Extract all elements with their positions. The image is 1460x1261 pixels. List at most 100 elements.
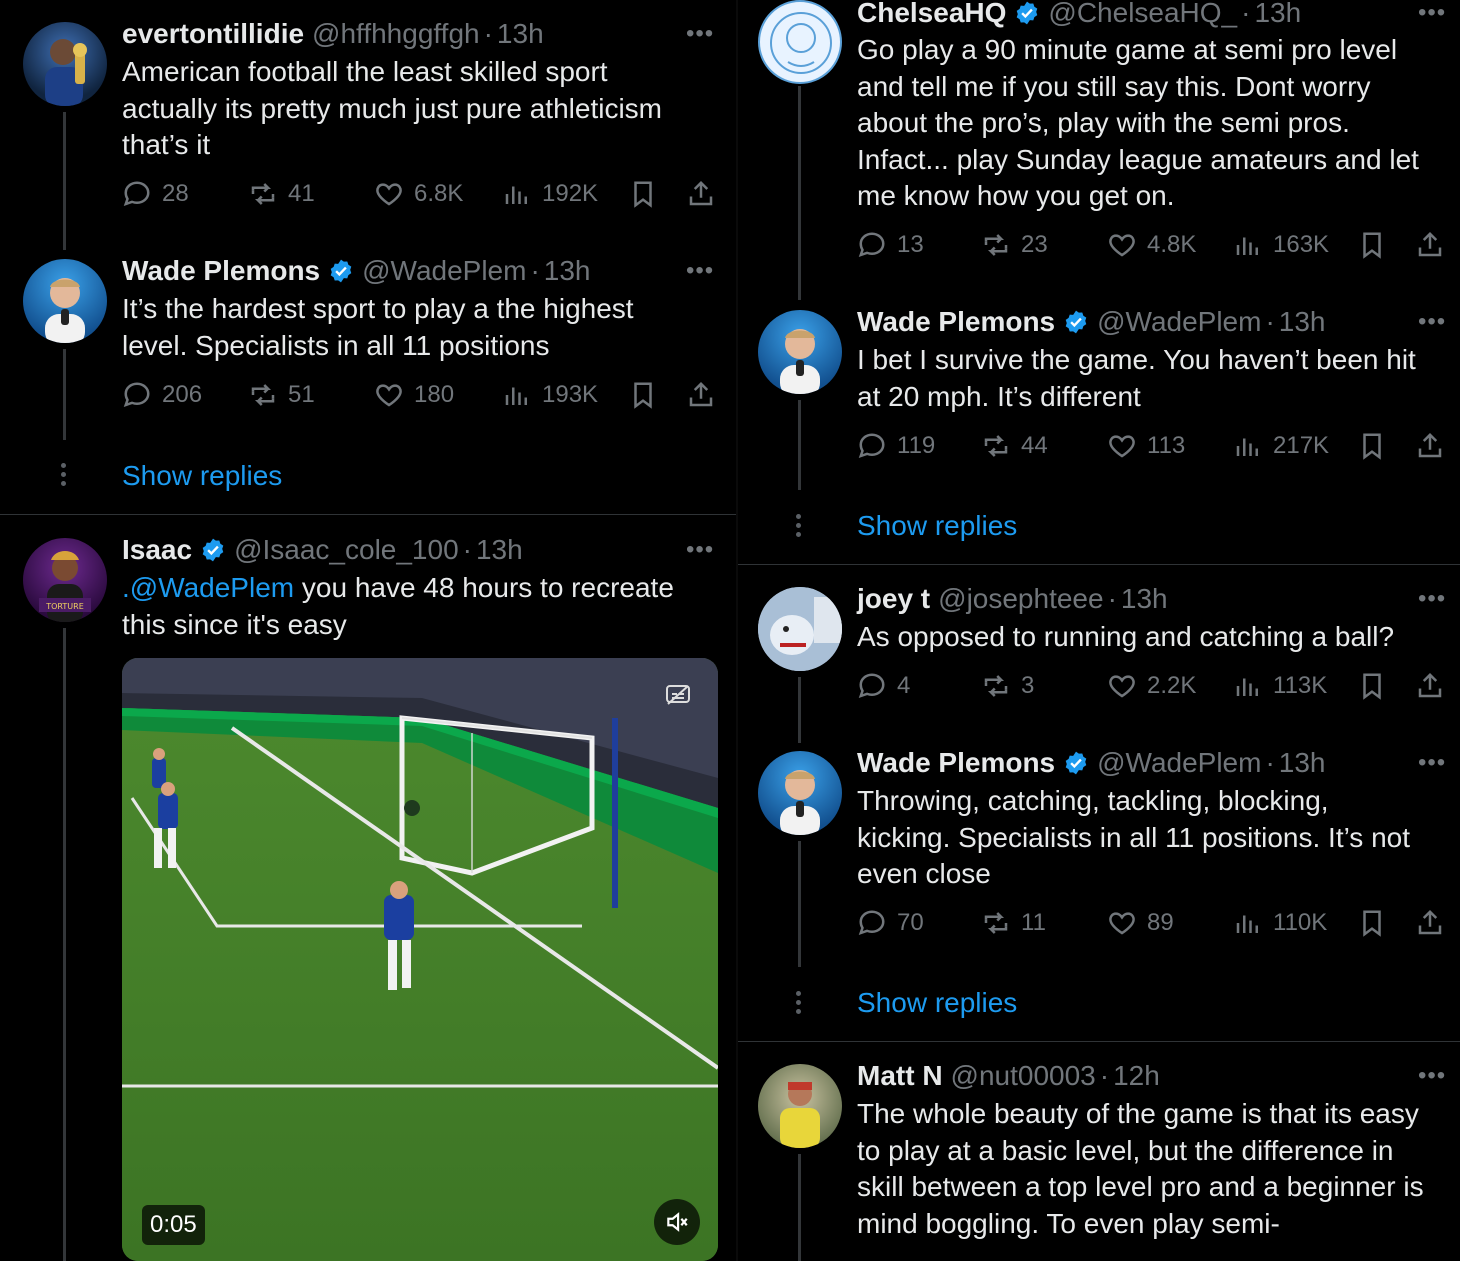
show-replies-link[interactable]: Show replies — [857, 508, 1017, 544]
reply-icon — [122, 179, 152, 209]
repost-button[interactable]: 44 — [981, 428, 1048, 464]
author-name[interactable]: Wade Plemons — [122, 253, 320, 289]
timestamp[interactable]: 13h — [1121, 581, 1168, 617]
timestamp[interactable]: 13h — [1279, 304, 1326, 340]
author-name[interactable]: Wade Plemons — [857, 745, 1055, 781]
repost-button[interactable]: 41 — [248, 176, 315, 212]
avatar[interactable] — [758, 1064, 842, 1148]
show-replies-link[interactable]: Show replies — [857, 985, 1017, 1021]
reply-button[interactable]: 119 — [857, 428, 935, 464]
more-icon[interactable]: ••• — [1418, 1, 1446, 25]
thread-dots — [796, 514, 802, 541]
share-button[interactable] — [1415, 227, 1445, 263]
timestamp[interactable]: 13h — [476, 532, 523, 568]
more-icon[interactable]: ••• — [1418, 1064, 1446, 1088]
tweet-text: The whole beauty of the game is that its… — [857, 1096, 1447, 1242]
tweet-text-line: .@WadePlem you have 48 hours to recreate — [122, 570, 722, 607]
timestamp[interactable]: 13h — [544, 253, 591, 289]
avatar[interactable] — [758, 751, 842, 835]
reply-button[interactable]: 28 — [122, 176, 189, 212]
bookmark-button[interactable] — [1357, 668, 1387, 704]
mention-link[interactable]: .@WadePlem — [122, 572, 294, 603]
share-button[interactable] — [1415, 668, 1445, 704]
like-button[interactable]: 89 — [1107, 905, 1174, 941]
views-button[interactable]: 113K — [1233, 668, 1327, 704]
reply-icon — [857, 908, 887, 938]
captions-icon[interactable] — [666, 684, 690, 706]
show-replies-link[interactable]: Show replies — [122, 458, 282, 494]
views-button[interactable]: 110K — [1233, 905, 1327, 941]
more-icon[interactable]: ••• — [1418, 587, 1446, 611]
reply-button[interactable]: 70 — [857, 905, 924, 941]
tweet-text: .@WadePlem you have 48 hours to recreate… — [122, 570, 722, 643]
like-button[interactable]: 113 — [1107, 428, 1185, 464]
bookmark-button[interactable] — [1357, 227, 1387, 263]
like-button[interactable]: 4.8K — [1107, 227, 1196, 263]
more-icon[interactable]: ••• — [686, 538, 714, 562]
repost-button[interactable]: 3 — [981, 668, 1034, 704]
avatar[interactable] — [758, 0, 842, 84]
reply-button[interactable]: 4 — [857, 668, 910, 704]
share-button[interactable] — [1415, 905, 1445, 941]
views-button[interactable]: 193K — [502, 377, 598, 413]
tweet-text-line: I bet I survive the game. You haven’t be… — [857, 344, 1416, 375]
tweet-actions: 28 41 6.8K 192K — [122, 176, 722, 212]
avatar[interactable]: TORTURE — [23, 538, 107, 622]
share-button[interactable] — [686, 176, 716, 212]
repost-button[interactable]: 51 — [248, 377, 315, 413]
verified-icon — [330, 259, 352, 283]
views-icon — [502, 179, 532, 209]
tweet-text-line: that’s it — [122, 129, 211, 160]
more-icon[interactable]: ••• — [1418, 310, 1446, 334]
author-name[interactable]: ChelseaHQ — [857, 0, 1006, 31]
timestamp[interactable]: 13h — [497, 16, 544, 52]
author-handle[interactable]: @josephteee — [938, 581, 1103, 617]
repost-count: 11 — [1021, 909, 1046, 936]
author-handle[interactable]: @WadePlem — [362, 253, 526, 289]
left-thread-column: evertontillidie @hffhhggffgh · 13h ••• A… — [0, 0, 736, 1261]
repost-button[interactable]: 11 — [981, 905, 1046, 941]
avatar[interactable] — [23, 259, 107, 343]
avatar[interactable] — [758, 587, 842, 671]
more-icon[interactable]: ••• — [686, 259, 714, 283]
avatar[interactable] — [758, 310, 842, 394]
mute-icon — [667, 1212, 688, 1232]
timestamp[interactable]: 12h — [1113, 1058, 1160, 1094]
author-handle[interactable]: @Isaac_cole_100 — [234, 532, 459, 568]
like-button[interactable]: 6.8K — [374, 176, 463, 212]
bookmark-button[interactable] — [1357, 905, 1387, 941]
video-player[interactable]: 0:05 — [122, 658, 718, 1261]
author-handle[interactable]: @hffhhggffgh — [312, 16, 480, 52]
author-handle[interactable]: @ChelseaHQ_ — [1048, 0, 1237, 31]
more-icon[interactable]: ••• — [1418, 751, 1446, 775]
repost-icon — [981, 908, 1011, 938]
author-name[interactable]: joey t — [857, 581, 930, 617]
bookmark-button[interactable] — [628, 377, 658, 413]
views-button[interactable]: 217K — [1233, 428, 1329, 464]
views-button[interactable]: 192K — [502, 176, 598, 212]
tweet-text-line: American football the least skilled spor… — [122, 56, 608, 87]
author-handle[interactable]: @WadePlem — [1097, 745, 1261, 781]
more-icon[interactable]: ••• — [686, 22, 714, 46]
thread-line — [63, 628, 66, 1261]
bookmark-button[interactable] — [628, 176, 658, 212]
mute-button[interactable] — [654, 1199, 700, 1245]
bookmark-button[interactable] — [1357, 428, 1387, 464]
author-name[interactable]: Isaac — [122, 532, 192, 568]
share-button[interactable] — [1415, 428, 1445, 464]
author-name[interactable]: evertontillidie — [122, 16, 304, 52]
author-handle[interactable]: @nut00003 — [951, 1058, 1096, 1094]
author-name[interactable]: Wade Plemons — [857, 304, 1055, 340]
like-button[interactable]: 180 — [374, 377, 454, 413]
reply-button[interactable]: 206 — [122, 377, 202, 413]
views-button[interactable]: 163K — [1233, 227, 1329, 263]
repost-button[interactable]: 23 — [981, 227, 1048, 263]
author-handle[interactable]: @WadePlem — [1097, 304, 1261, 340]
author-name[interactable]: Matt N — [857, 1058, 943, 1094]
timestamp[interactable]: 13h — [1279, 745, 1326, 781]
timestamp[interactable]: 13h — [1254, 0, 1301, 31]
reply-button[interactable]: 13 — [857, 227, 924, 263]
avatar[interactable] — [23, 22, 107, 106]
share-button[interactable] — [686, 377, 716, 413]
like-button[interactable]: 2.2K — [1107, 668, 1196, 704]
